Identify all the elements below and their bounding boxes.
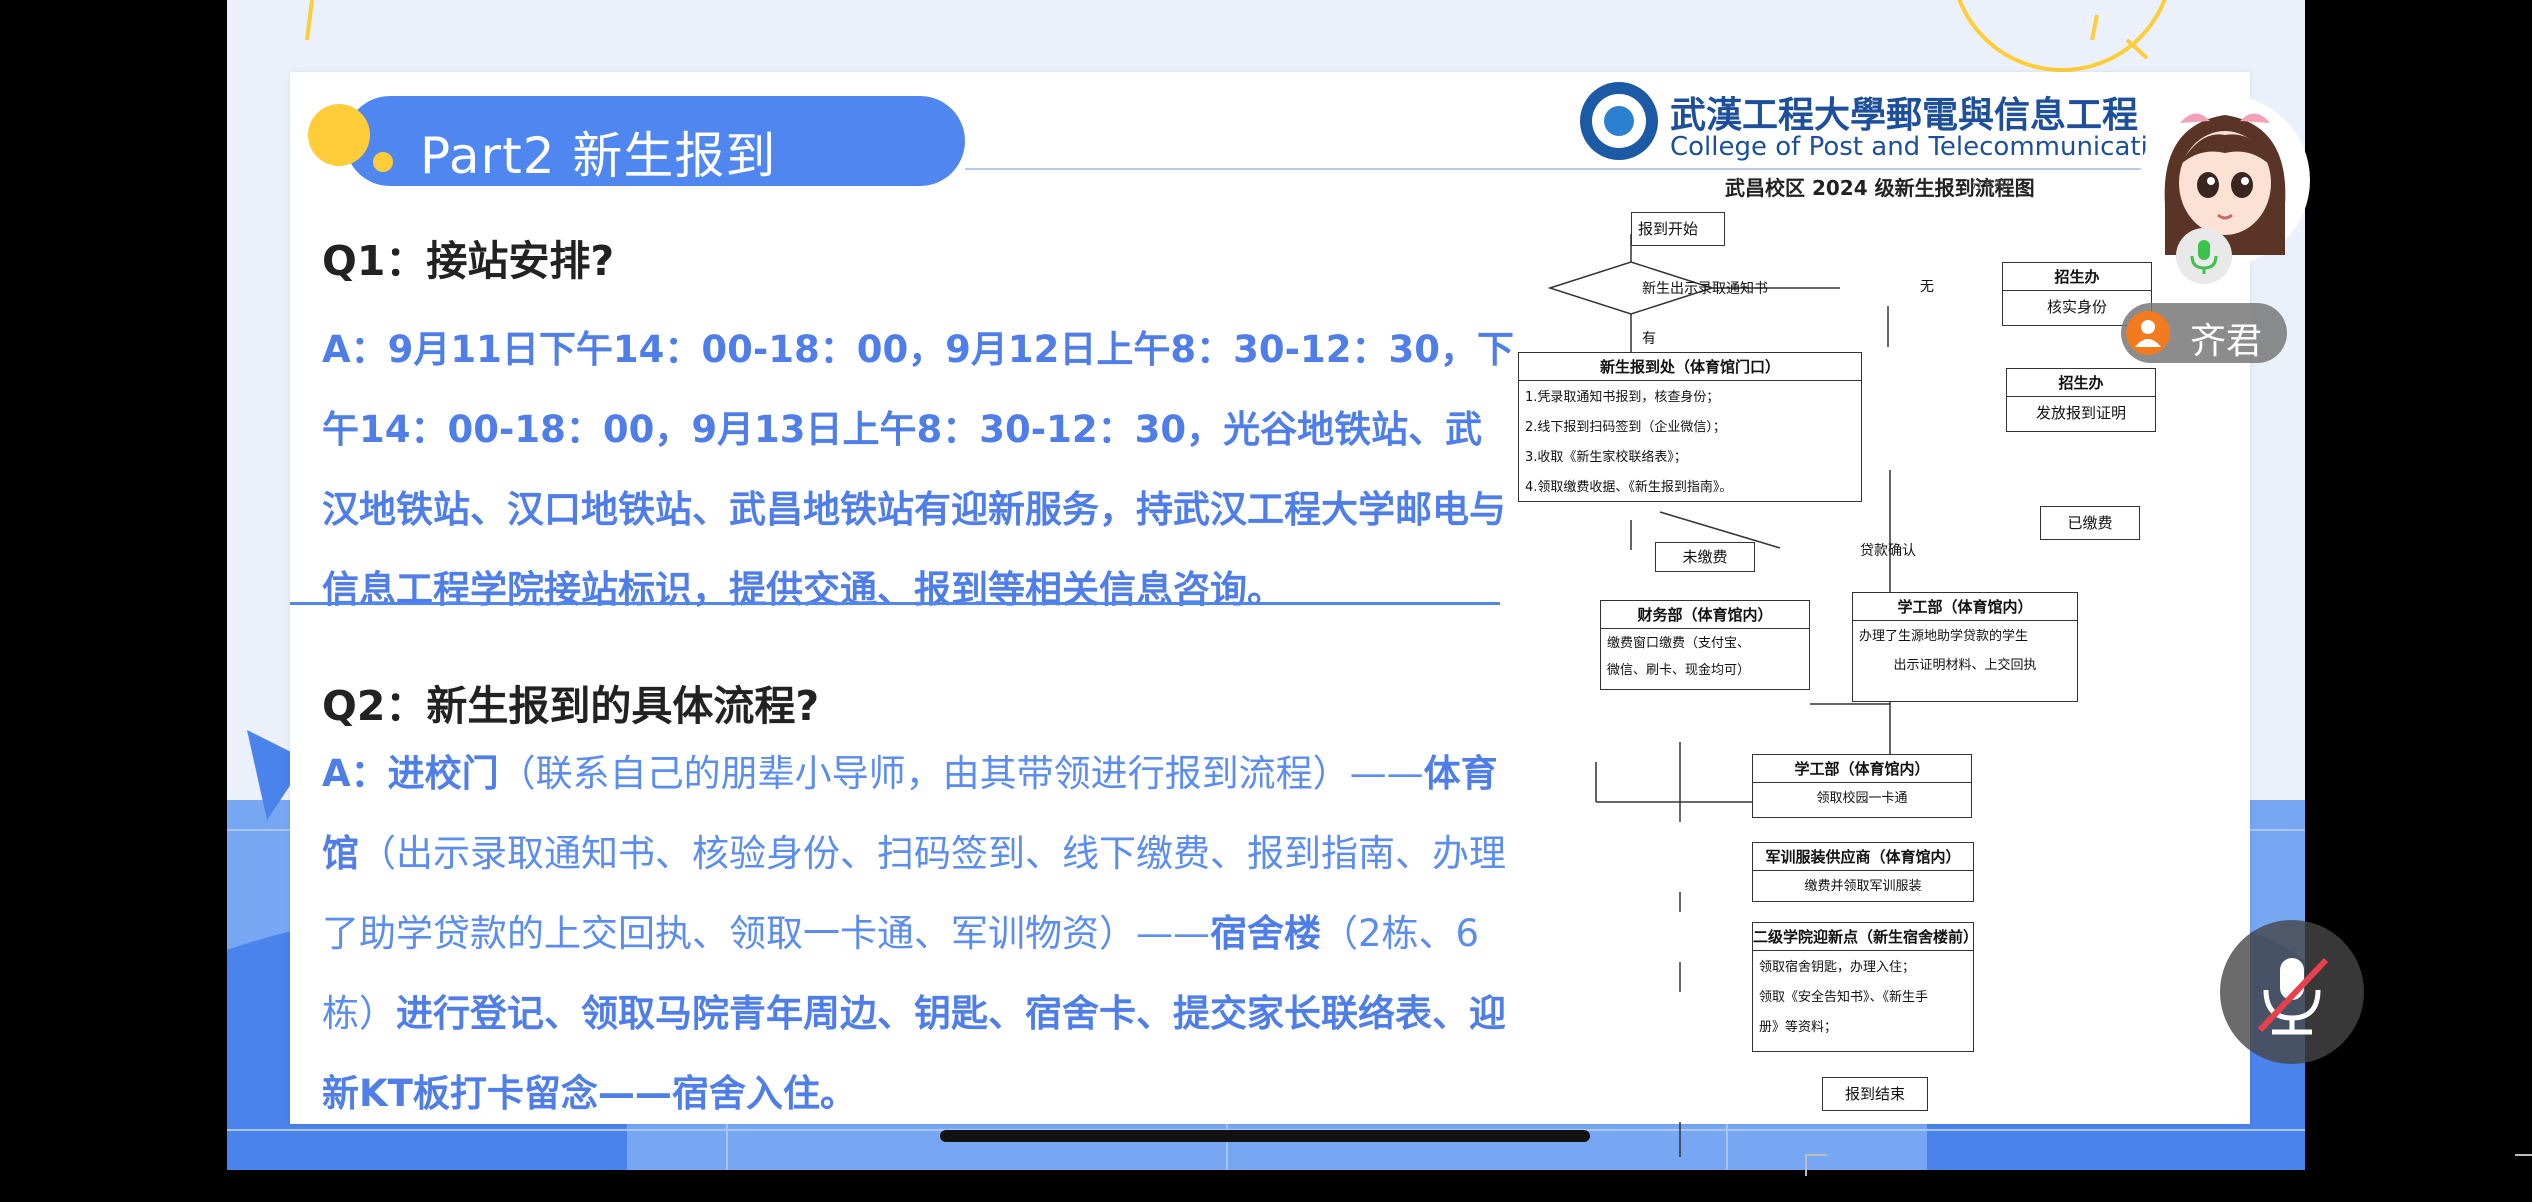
flow-dormitory-line-2: 领取《安全告知书》、《新生手	[1759, 990, 1929, 1005]
slide-title: Part2 新生报到	[420, 127, 777, 185]
slide: Part2 新生报到 Q1：接站安排? A：9月11日下午14：00-18：00…	[290, 72, 2532, 1176]
flow-registration-head: 新生报到处（体育馆门口）	[1519, 353, 1861, 381]
flow-dormitory-line-1: 领取宿舍钥匙，办理入住；	[1759, 960, 1916, 975]
decor-dot-small	[373, 152, 393, 172]
question-2: Q2：新生报到的具体流程?	[322, 682, 820, 730]
flow-paid-box: 已缴费	[2040, 506, 2140, 540]
answer-2-step3: 宿舍楼	[1210, 912, 1321, 955]
flow-end-box: 报到结束	[1822, 1077, 1928, 1111]
flow-admissions-cert-head: 招生办	[2007, 369, 2155, 397]
flow-admissions-cert-box: 招生办 发放报到证明	[2006, 368, 2156, 432]
flow-military-uniform-box: 军训服装供应商（体育馆内） 缴费并领取军训服装	[1752, 842, 1974, 902]
flow-dormitory-line-3: 册》等资料；	[1759, 1020, 1838, 1035]
flow-finance-head: 财务部（体育馆内）	[1601, 601, 1809, 629]
flowchart-subtitle: 分节符(	[1970, 178, 2011, 192]
flow-unpaid-box: 未缴费	[1655, 542, 1755, 572]
flow-student-affairs-loan-box: 学工部（体育馆内） 办理了生源地助学贷款的学生 出示证明材料、上交回执	[1852, 592, 2078, 702]
decor-dot-large	[308, 104, 370, 166]
person-icon	[2126, 311, 2170, 355]
question-1: Q1：接站安排?	[322, 237, 615, 285]
flow-military-uniform-text: 缴费并领取军训服装	[1804, 879, 1922, 894]
mic-muted-button[interactable]	[2220, 920, 2364, 1064]
flow-unpaid-label: 未缴费	[1682, 548, 1728, 566]
flow-student-affairs-loan-line-1: 办理了生源地助学贷款的学生	[1859, 629, 2029, 644]
school-name-cn: 武漢工程大學郵電與信息工程	[1670, 94, 2139, 136]
title-divider	[965, 168, 2185, 170]
answer-2-step4: 进行登记、领取马院青年周边、钥匙、宿舍卡、提交家长联络表、迎新KT板打卡留念——…	[322, 992, 1506, 1115]
answer-2-prefix: A：进校门	[322, 752, 499, 795]
flow-registration-item-3: 3.收取《新生家校联络表》；	[1525, 450, 1687, 465]
school-logo-core	[1604, 106, 1634, 136]
school-name-en: College of Post and Telecommunicatio	[1670, 132, 2164, 162]
flow-dormitory-head: 二级学院迎新点（新生宿舍楼前）	[1753, 923, 1978, 951]
flow-start-box: 报到开始	[1631, 212, 1725, 246]
answer-1-underline	[290, 602, 1500, 605]
flow-registration-item-1: 1.凭录取通知书报到，核查身份；	[1525, 390, 1720, 405]
flow-student-affairs-card-text: 领取校园一卡通	[1816, 791, 1908, 806]
home-indicator[interactable]	[940, 1130, 1590, 1142]
flow-finance-box: 财务部（体育馆内） 缴费窗口缴费（支付宝、 微信、刷卡、现金均可）	[1600, 600, 1810, 690]
flow-finance-line-2: 微信、刷卡、现金均可）	[1607, 663, 1751, 678]
flow-no-label: 无	[1920, 279, 1934, 295]
flow-military-uniform-head: 军训服装供应商（体育馆内）	[1753, 843, 1973, 871]
mic-muted-icon	[2257, 957, 2329, 1035]
slide-corner-marker-right	[2515, 1154, 2532, 1176]
flow-finance-line-1: 缴费窗口缴费（支付宝、	[1607, 636, 1751, 651]
flow-registration-item-2: 2.线下报到扫码签到（企业微信）；	[1525, 420, 1726, 435]
flow-dormitory-box: 二级学院迎新点（新生宿舍楼前） 领取宿舍钥匙，办理入住； 领取《安全告知书》、《…	[1752, 922, 1978, 1052]
flow-admissions-head: 招生办	[2003, 263, 2151, 291]
flow-student-affairs-loan-line-2: 出示证明材料、上交回执	[1893, 658, 2037, 673]
answer-2: A：进校门（联系自己的朋辈小导师，由其带领进行报到流程）——体育馆（出示录取通知…	[322, 734, 1517, 1134]
flow-registration-item-4: 4.领取缴费收据、《新生报到指南》。	[1525, 480, 1733, 495]
flow-registration-box: 新生报到处（体育馆门口） 1.凭录取通知书报到，核查身份； 2.线下报到扫码签到…	[1518, 352, 1862, 502]
flow-student-affairs-loan-head: 学工部（体育馆内）	[1853, 593, 2077, 621]
flow-loan-label: 贷款确认	[1860, 543, 1916, 559]
flow-decision-label: 新生出示录取通知书	[1642, 281, 1768, 297]
answer-2-part1: （联系自己的朋辈小导师，由其带领进行报到流程）——	[498, 752, 1424, 795]
answer-1: A：9月11日下午14：00-18：00，9月12日上午8：30-12：30，下…	[322, 328, 1514, 611]
flow-admissions-cert-text: 发放报到证明	[2035, 404, 2126, 422]
participant-name: 齐君	[2190, 321, 2263, 362]
flow-paid-label: 已缴费	[2067, 514, 2113, 532]
flow-student-affairs-card-head: 学工部（体育馆内）	[1753, 755, 1971, 783]
flow-start-label: 报到开始	[1638, 220, 1699, 238]
slide-corner-marker-left	[1805, 1154, 1827, 1176]
flow-end-label: 报到结束	[1844, 1085, 1905, 1103]
avatar-mic-icon	[2176, 228, 2232, 284]
flow-student-affairs-card-box: 学工部（体育馆内） 领取校园一卡通	[1752, 754, 1972, 818]
flow-yes-label: 有	[1642, 331, 1656, 347]
